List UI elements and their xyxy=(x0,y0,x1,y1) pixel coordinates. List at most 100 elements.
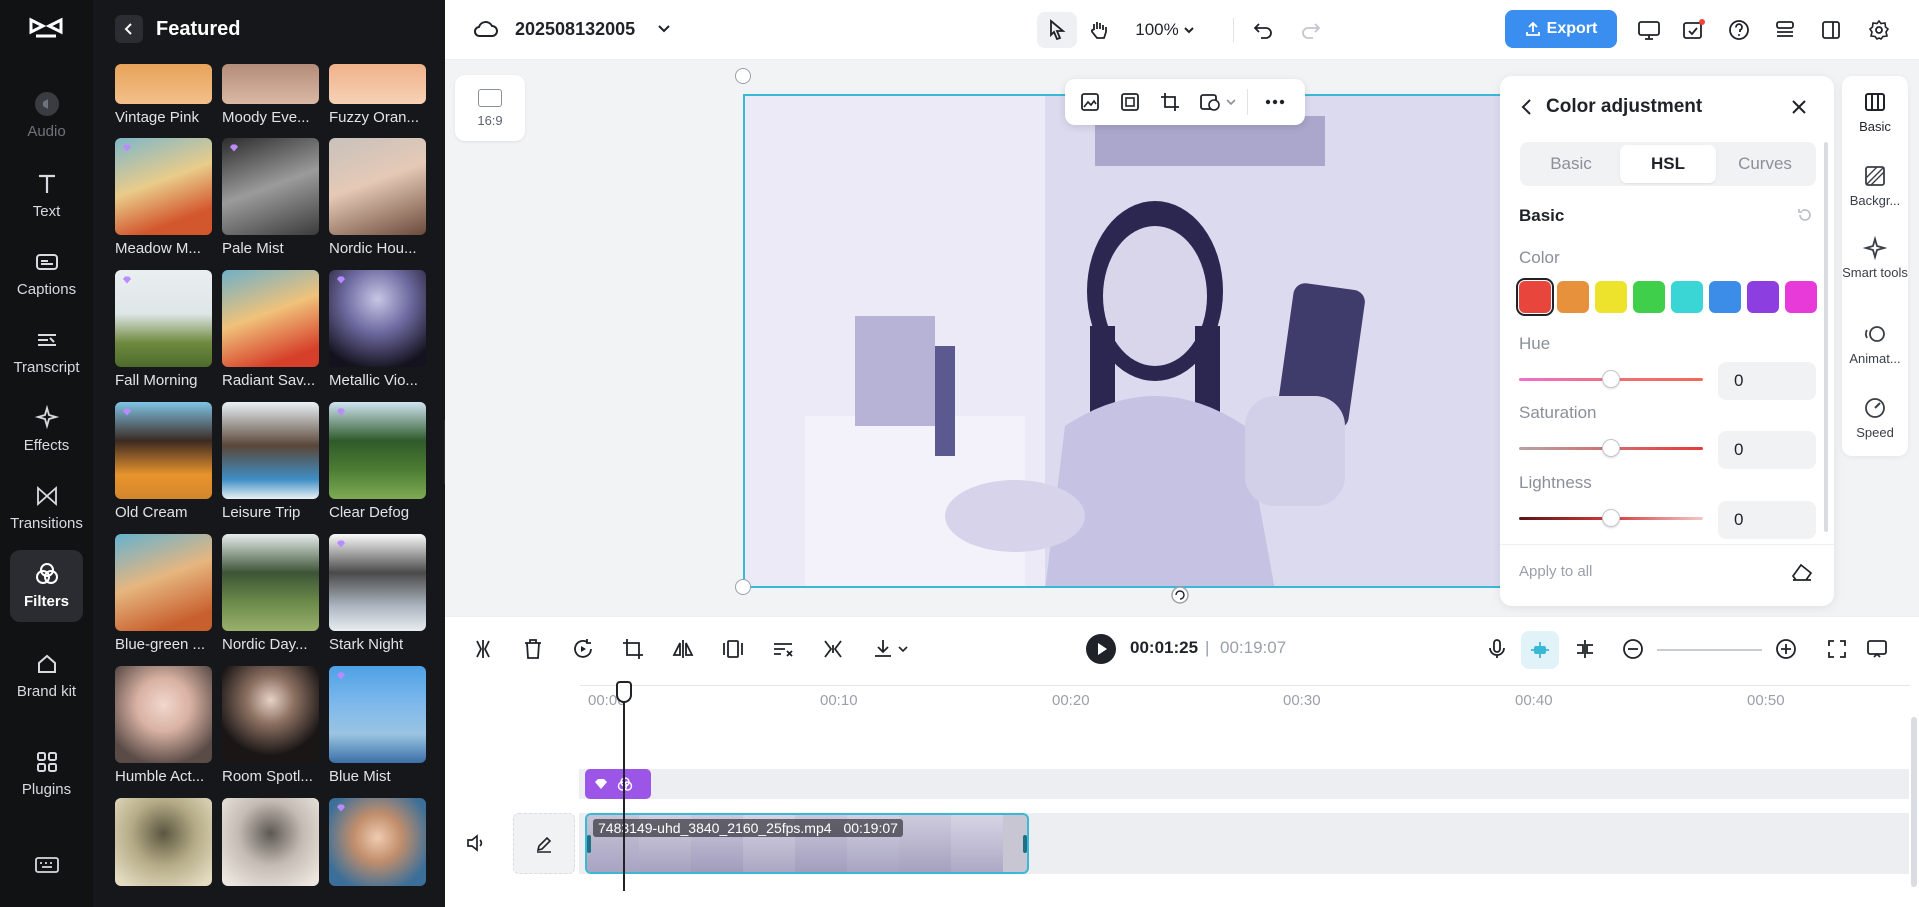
filter-tile[interactable] xyxy=(115,798,212,886)
rail-item-effects[interactable]: Effects xyxy=(10,394,83,466)
volume-icon[interactable] xyxy=(465,833,487,853)
zoom-dropdown[interactable]: 100% xyxy=(1125,12,1205,48)
filter-tile[interactable]: Stark Night xyxy=(329,534,426,653)
play-icon[interactable] xyxy=(1085,633,1117,665)
color-swatch[interactable] xyxy=(1595,281,1627,313)
delete-icon[interactable] xyxy=(521,637,545,661)
crop-icon[interactable] xyxy=(1159,91,1181,113)
playhead-handle[interactable] xyxy=(616,681,632,703)
apply-to-all-button[interactable]: Apply to all xyxy=(1519,563,1592,580)
lightness-slider-knob[interactable] xyxy=(1602,509,1620,527)
rail-item-transitions[interactable]: Transitions xyxy=(10,472,83,544)
replay-icon[interactable] xyxy=(571,637,595,661)
rail-item-text[interactable]: Text xyxy=(10,160,83,232)
fit-timeline-icon[interactable] xyxy=(1825,637,1849,661)
export-button[interactable]: Export xyxy=(1505,10,1617,48)
timeline-scrollbar[interactable] xyxy=(1911,717,1917,887)
tool-animation[interactable]: Animat... xyxy=(1842,322,1908,367)
clip-trim-handle-left[interactable] xyxy=(587,835,591,853)
clip-trim-handle-right[interactable] xyxy=(1023,835,1027,853)
filter-tile[interactable]: Blue Mist xyxy=(329,666,426,785)
trim-icon[interactable] xyxy=(821,637,845,661)
resize-handle-top-left[interactable] xyxy=(735,68,751,84)
project-name[interactable]: 202508132005 xyxy=(515,19,635,40)
layers-button[interactable] xyxy=(1767,12,1803,48)
tool-speed[interactable]: Speed xyxy=(1842,396,1908,441)
filter-tile[interactable]: Room Spotl... xyxy=(222,666,319,785)
filter-tile[interactable]: Meadow M... xyxy=(115,138,212,257)
caption-view-icon[interactable] xyxy=(1865,637,1889,661)
split-audio-icon[interactable] xyxy=(1573,637,1597,661)
close-icon[interactable] xyxy=(1790,98,1808,116)
flip-icon[interactable] xyxy=(671,637,695,661)
panel-scrollbar[interactable] xyxy=(1824,142,1828,532)
rail-item-audio[interactable]: Audio xyxy=(10,80,83,152)
filter-tile[interactable]: Old Cream xyxy=(115,402,212,521)
filter-tile[interactable]: Fall Morning xyxy=(115,270,212,389)
saturation-slider-knob[interactable] xyxy=(1602,439,1620,457)
rail-item-plugins[interactable]: Plugins xyxy=(10,738,83,810)
tool-smart-tools[interactable]: Smart tools xyxy=(1842,236,1908,281)
color-swatch[interactable] xyxy=(1785,281,1817,313)
color-swatch[interactable] xyxy=(1709,281,1741,313)
lightness-value-input[interactable]: 0 xyxy=(1718,501,1816,539)
back-arrow-icon[interactable] xyxy=(1520,98,1534,116)
filter-tile[interactable]: Leisure Trip xyxy=(222,402,319,521)
rail-item-captions[interactable]: Captions xyxy=(10,238,83,310)
filter-tile[interactable]: Vintage Pink xyxy=(115,64,212,126)
timeline-zoom-slider[interactable] xyxy=(1657,649,1762,651)
panel-layout-button[interactable] xyxy=(1813,12,1849,48)
resize-handle-bottom-left[interactable] xyxy=(735,579,751,595)
help-button[interactable] xyxy=(1721,12,1757,48)
color-swatch[interactable] xyxy=(1633,281,1665,313)
mask-icon[interactable] xyxy=(1199,91,1221,113)
saturation-value-input[interactable]: 0 xyxy=(1718,431,1816,469)
magnet-snap-button[interactable] xyxy=(1521,631,1559,669)
rail-item-transcript[interactable]: Transcript xyxy=(10,316,83,388)
filter-tile[interactable]: Nordic Hou... xyxy=(329,138,426,257)
fit-frame-icon[interactable] xyxy=(1119,91,1141,113)
filter-tile[interactable] xyxy=(329,798,426,886)
chevron-down-icon[interactable] xyxy=(657,24,671,34)
hue-value-input[interactable]: 0 xyxy=(1718,362,1816,400)
chevron-down-icon[interactable] xyxy=(1225,98,1237,106)
split-icon[interactable] xyxy=(471,637,495,661)
video-clip[interactable]: 7483149-uhd_3840_2160_25fps.mp4 00:19:07 xyxy=(585,813,1029,874)
filter-tile[interactable]: Radiant Sav... xyxy=(222,270,319,389)
filter-tile[interactable]: Metallic Vio... xyxy=(329,270,426,389)
tab-curves[interactable]: Curves xyxy=(1717,145,1813,183)
rotate-icon[interactable] xyxy=(1170,585,1190,605)
filter-tile[interactable]: Moody Eve... xyxy=(222,64,319,126)
redo-button[interactable] xyxy=(1293,12,1329,48)
eraser-icon[interactable] xyxy=(1790,561,1814,583)
freeze-frame-icon[interactable] xyxy=(721,637,745,661)
playhead[interactable] xyxy=(623,681,625,891)
filter-tile[interactable]: Fuzzy Oran... xyxy=(329,64,426,126)
tool-background[interactable]: Backgr... xyxy=(1842,164,1908,209)
hand-tool-button[interactable] xyxy=(1081,12,1117,48)
replace-image-icon[interactable] xyxy=(1079,91,1101,113)
filter-tile[interactable] xyxy=(222,798,319,886)
color-swatch[interactable] xyxy=(1747,281,1779,313)
undo-button[interactable] xyxy=(1245,12,1281,48)
filter-tile[interactable]: Nordic Day... xyxy=(222,534,319,653)
filter-tile[interactable]: Clear Defog xyxy=(329,402,426,521)
filter-effect-icon[interactable] xyxy=(771,637,795,661)
rail-item-filters[interactable]: Filters xyxy=(10,550,83,622)
chevron-down-icon[interactable] xyxy=(897,645,909,653)
filter-tile[interactable]: Blue-green ... xyxy=(115,534,212,653)
filter-effect-clip[interactable] xyxy=(585,769,651,799)
settings-button[interactable] xyxy=(1861,12,1897,48)
download-icon[interactable] xyxy=(871,637,895,661)
select-tool-button[interactable] xyxy=(1037,12,1077,48)
crop-icon[interactable] xyxy=(621,637,645,661)
hue-slider-knob[interactable] xyxy=(1602,370,1620,388)
color-swatch[interactable] xyxy=(1671,281,1703,313)
video-preview[interactable] xyxy=(743,94,1513,588)
microphone-icon[interactable] xyxy=(1485,637,1509,661)
aspect-ratio-button[interactable]: 16:9 xyxy=(455,75,525,141)
color-swatch[interactable] xyxy=(1519,281,1551,313)
rail-item-brand-kit[interactable]: Brand kit xyxy=(10,634,83,718)
back-button[interactable] xyxy=(115,15,143,43)
zoom-in-icon[interactable] xyxy=(1774,637,1798,661)
